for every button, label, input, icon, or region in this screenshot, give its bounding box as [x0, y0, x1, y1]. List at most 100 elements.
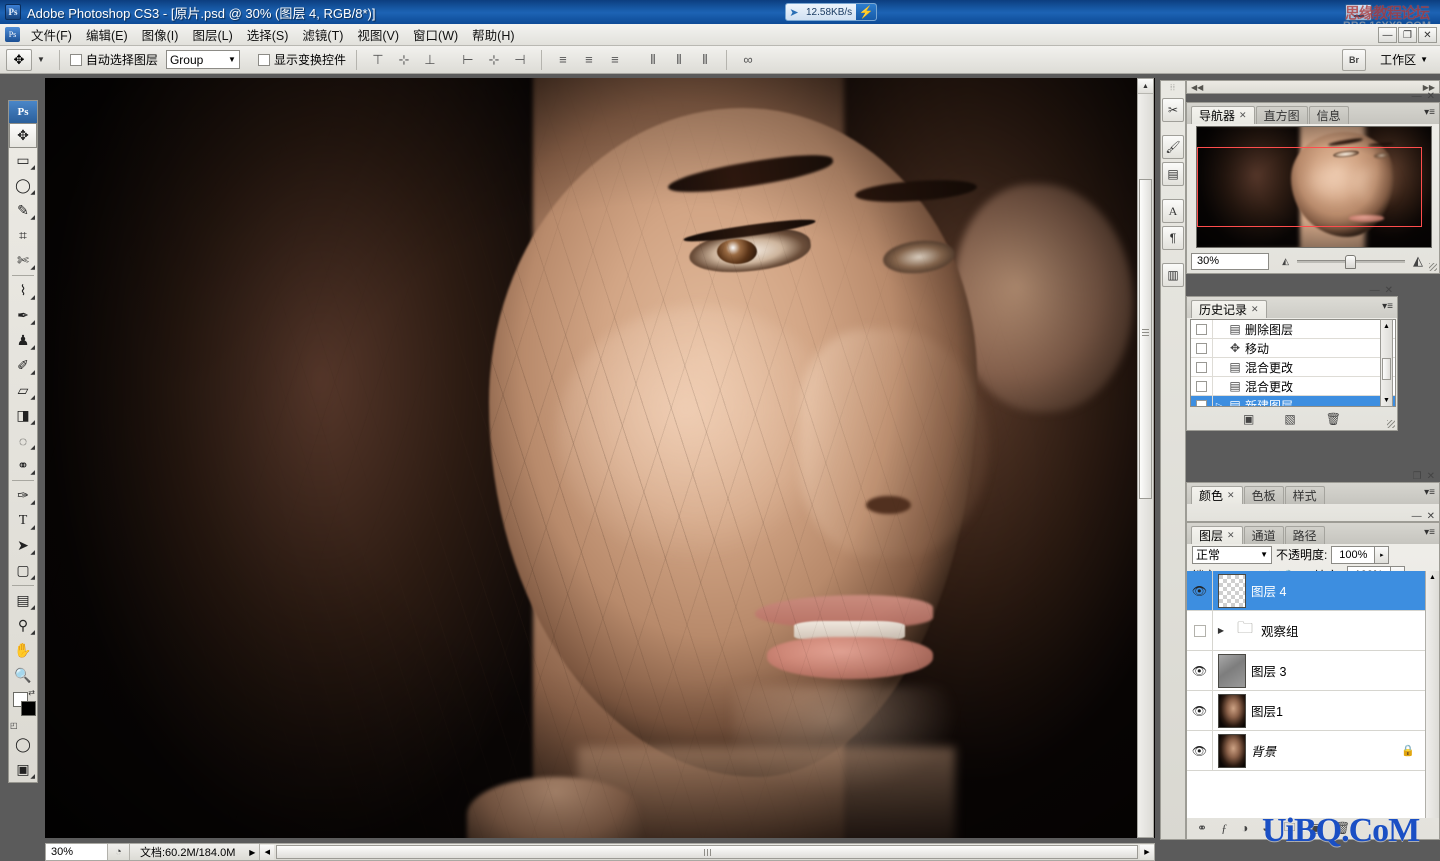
layers-list[interactable]: 👁 图层 4 ▶ 🗀 观察组 👁 图层 3 👁 图层1 👁 背景 🔒	[1187, 571, 1439, 818]
clone-source-button[interactable]: ▤	[1162, 162, 1184, 186]
layer-name[interactable]: 图层 3	[1251, 661, 1286, 680]
history-item[interactable]: ▤ 混合更改	[1191, 377, 1395, 396]
restore-icon[interactable]: ❐	[1413, 471, 1422, 482]
layer-visibility-toggle[interactable]: 👁	[1187, 731, 1213, 770]
tab-histogram[interactable]: 直方图	[1255, 106, 1308, 124]
scroll-up-arrow-icon[interactable]: ▲	[1426, 571, 1439, 584]
magic-wand-tool-button[interactable]: ✎ ◢	[9, 198, 37, 223]
scroll-down-arrow-icon[interactable]: ▼	[1381, 394, 1392, 406]
blur-tool-button[interactable]: ◌ ◢	[9, 428, 37, 453]
layer-visibility-toggle[interactable]: 👁	[1187, 691, 1213, 730]
scroll-up-arrow-icon[interactable]: ▲	[1138, 79, 1153, 94]
menu-item-edit[interactable]: 编辑(E)	[79, 23, 135, 46]
color-swatches[interactable]: ⇄ ◰	[9, 688, 37, 732]
history-item[interactable]: ▤ 混合更改	[1191, 358, 1395, 377]
move-tool-icon[interactable]: ✥	[6, 48, 32, 71]
new-layer-button[interactable]: ▣	[1310, 821, 1321, 835]
opacity-input[interactable]: 100%	[1331, 545, 1376, 564]
lightning-icon[interactable]: ⚡	[856, 4, 877, 20]
gradient-tool-button[interactable]: ◨ ◢	[9, 403, 37, 428]
close-icon[interactable]: ✕	[1227, 490, 1235, 501]
new-document-from-state-button[interactable]: ▣	[1243, 412, 1254, 426]
layer-thumbnail[interactable]	[1218, 653, 1246, 688]
tab-history[interactable]: 历史记录 ✕	[1191, 300, 1267, 318]
layer-comps-button[interactable]: ▥	[1162, 263, 1184, 287]
tab-layers[interactable]: 图层 ✕	[1191, 526, 1243, 544]
history-item[interactable]: ▤ 删除图层	[1191, 320, 1395, 339]
lasso-tool-button[interactable]: ◯ ◢	[9, 173, 37, 198]
align-vcenter-icon[interactable]: ⊹	[393, 50, 415, 70]
screen-mode-button[interactable]: ▣ ◢	[9, 757, 37, 782]
menu-item-help[interactable]: 帮助(H)	[465, 23, 521, 46]
resize-grip-icon[interactable]	[1429, 263, 1437, 271]
status-menu-arrow-icon[interactable]: ▶	[245, 848, 259, 857]
slice-tool-button[interactable]: ✄ ◢	[9, 248, 37, 273]
zoom-level-input[interactable]: 30%	[46, 844, 108, 860]
navigator-panel-menu-button[interactable]: ▾≡	[1424, 107, 1435, 118]
menu-item-select[interactable]: 选择(S)	[240, 23, 296, 46]
layer-style-button[interactable]: ƒ	[1221, 821, 1227, 836]
tab-info[interactable]: 信息	[1308, 106, 1349, 124]
pen-tool-button[interactable]: ✑ ◢	[9, 483, 37, 508]
navigator-view-box[interactable]	[1197, 147, 1422, 227]
healing-brush-tool-button[interactable]: ⌇ ◢	[9, 278, 37, 303]
doc-minimize-button[interactable]: —	[1378, 27, 1397, 43]
clone-stamp-tool-button[interactable]: ♟ ◢	[9, 328, 37, 353]
zoom-out-icon[interactable]: ◭	[1282, 256, 1289, 267]
new-group-button[interactable]: 🗀	[1284, 818, 1296, 839]
layer-visibility-toggle[interactable]: 👁	[1187, 651, 1213, 690]
distribute-bottom-icon[interactable]: ≡	[604, 50, 626, 70]
close-icon[interactable]: ✕	[1251, 304, 1259, 315]
align-hcenter-icon[interactable]: ⊹	[483, 50, 505, 70]
scrollbar-thumb[interactable]	[1139, 179, 1152, 499]
group-expand-triangle-icon[interactable]: ▶	[1213, 626, 1229, 635]
tab-channels[interactable]: 通道	[1243, 526, 1284, 544]
close-icon[interactable]: ✕	[1227, 530, 1235, 541]
menu-item-filter[interactable]: 滤镜(T)	[295, 23, 350, 46]
navigator-zoom-track[interactable]	[1297, 254, 1405, 269]
history-snapshot-checkbox[interactable]	[1191, 320, 1213, 338]
table-row[interactable]: 👁 图层1	[1187, 691, 1439, 731]
scrollbar-thumb[interactable]	[1382, 358, 1391, 380]
close-icon[interactable]: ✕	[1427, 471, 1435, 482]
paragraph-button[interactable]: ¶	[1162, 226, 1184, 250]
history-brush-tool-button[interactable]: ✐ ◢	[9, 353, 37, 378]
menu-item-window[interactable]: 窗口(W)	[406, 23, 465, 46]
auto-select-layer-checkbox[interactable]: 自动选择图层	[69, 51, 158, 68]
layer-name[interactable]: 背景	[1251, 741, 1276, 760]
character-button[interactable]: A	[1162, 199, 1184, 223]
marquee-tool-button[interactable]: ▭ ◢	[9, 148, 37, 173]
scrollbar-track[interactable]	[274, 845, 1140, 859]
history-item-selected[interactable]: ▷ ▤ 新建图层	[1191, 396, 1395, 406]
link-layers-button[interactable]: ⚭	[1197, 821, 1207, 835]
canvas-vertical-scrollbar[interactable]: ▲	[1137, 78, 1154, 838]
auto-select-scope-dropdown[interactable]: Group ▼	[165, 50, 240, 69]
tool-presets-button[interactable]: ✂	[1162, 98, 1184, 122]
add-layer-mask-button[interactable]: ◑	[1241, 821, 1248, 835]
checkbox-box[interactable]	[257, 53, 270, 66]
type-tool-button[interactable]: T ◢	[9, 508, 37, 533]
opacity-slider-arrow-icon[interactable]: ▸	[1375, 545, 1390, 564]
tab-paths[interactable]: 路径	[1284, 526, 1325, 544]
window-minimize-button[interactable]	[1345, 4, 1372, 21]
bridge-button[interactable]: Br	[1342, 48, 1367, 71]
delete-layer-button[interactable]: 🗑	[1335, 821, 1350, 835]
show-transform-controls-checkbox[interactable]: 显示变换控件	[257, 51, 346, 68]
history-snapshot-checkbox[interactable]	[1191, 339, 1213, 357]
link-layers-icon[interactable]: ∞	[737, 50, 759, 70]
doc-restore-button[interactable]: ❐	[1398, 27, 1417, 43]
minimize-icon[interactable]: —	[1370, 285, 1380, 296]
close-icon[interactable]: ✕	[1427, 91, 1435, 102]
resize-grip-icon[interactable]	[1387, 420, 1395, 428]
background-color-swatch[interactable]	[21, 701, 36, 716]
timing-icon[interactable]: ◔	[108, 844, 130, 860]
move-tool-button[interactable]: ✥	[9, 123, 37, 148]
table-row[interactable]: 👁 图层 4	[1187, 571, 1439, 611]
zoom-tool-button[interactable]: 🔍	[9, 663, 37, 688]
document-canvas[interactable]	[45, 78, 1155, 838]
scroll-right-arrow-icon[interactable]: ▶	[1140, 844, 1154, 860]
align-top-icon[interactable]: ⊤	[367, 50, 389, 70]
scroll-up-arrow-icon[interactable]: ▲	[1381, 320, 1392, 332]
distribute-left-icon[interactable]: ⫴	[642, 50, 664, 70]
menu-item-file[interactable]: 文件(F)	[24, 23, 79, 46]
